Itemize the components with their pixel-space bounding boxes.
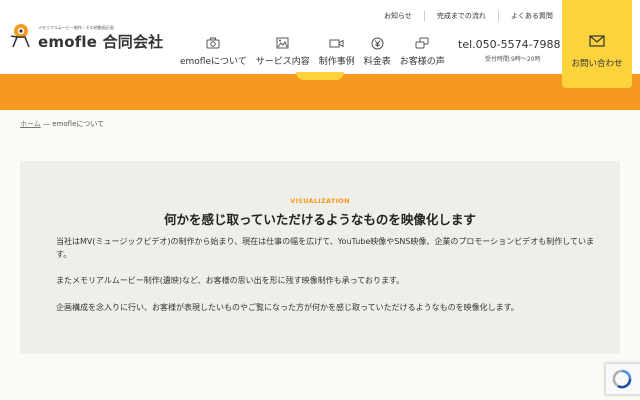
business-hours: 受付時間:9時〜20時	[485, 56, 541, 63]
nav-label-testimonials: お客様の声	[399, 57, 445, 67]
yen-icon	[369, 36, 385, 50]
main-nav: emofleについて サービス内容 制作事例 料金表 お客様の声	[180, 36, 454, 67]
logo-name[interactable]: emofle 合同会社	[38, 31, 163, 52]
contact-label: お問い合わせ	[571, 59, 623, 69]
nav-item-testimonials[interactable]: お客様の声	[400, 36, 445, 67]
nav-item-services[interactable]: サービス内容	[256, 36, 310, 67]
site-header: メモリアルムービー制作｜その他動画企画 emofle 合同会社 お知らせ 完成ま…	[0, 0, 640, 80]
top-link-faq[interactable]: よくある質問	[497, 11, 565, 21]
contact-button[interactable]: お問い合わせ	[562, 0, 632, 88]
image-icon	[275, 36, 291, 50]
section-paragraph-2: またメモリアルムービー制作(遺映)など、お客様の思い出を形に残す映像制作も承って…	[56, 276, 405, 285]
nav-label-services: サービス内容	[255, 57, 310, 67]
section-paragraph-1: 当社はMV(ミュージックビデオ)の制作から始まり、現在は仕事の幅を広げて、You…	[56, 237, 595, 259]
hero-tab-decoration	[296, 72, 344, 80]
camera-icon	[205, 36, 221, 50]
nav-item-works[interactable]: 制作事例	[319, 36, 355, 67]
breadcrumb: ホーム — emofleについて	[20, 119, 104, 129]
breadcrumb-home-link[interactable]: ホーム	[20, 120, 41, 128]
breadcrumb-current: emofleについて	[52, 120, 105, 128]
logo[interactable]	[8, 22, 34, 48]
visualization-section: VISUALIZATION 何かを感じ取っていただけるようなものを映像化します …	[20, 161, 620, 354]
phone-number[interactable]: tel.050-5574-7988	[458, 38, 561, 51]
nav-item-about[interactable]: emofleについて	[180, 36, 247, 67]
nav-label-works: 制作事例	[318, 57, 355, 67]
nav-label-pricing: 料金表	[363, 57, 391, 67]
top-link-flow[interactable]: 完成までの流れ	[423, 11, 498, 21]
section-title: 何かを感じ取っていただけるようなものを映像化します	[164, 212, 476, 227]
top-link-news[interactable]: お知らせ	[372, 11, 424, 21]
nav-label-about: emofleについて	[180, 57, 247, 67]
video-icon	[329, 36, 345, 50]
recaptcha-badge[interactable]	[605, 363, 640, 395]
chat-icon	[414, 36, 430, 50]
mail-icon	[589, 32, 605, 51]
top-links: お知らせ 完成までの流れ よくある質問	[372, 11, 565, 21]
logo-mark-icon	[10, 24, 30, 48]
recaptcha-icon	[612, 369, 632, 389]
breadcrumb-separator: —	[43, 120, 51, 128]
section-kicker: VISUALIZATION	[290, 197, 350, 205]
section-paragraph-3: 企画構成を念入りに行い、お客様が表現したいものやご覧になった方が何かを感じ取って…	[56, 303, 519, 312]
nav-item-pricing[interactable]: 料金表	[364, 36, 391, 67]
